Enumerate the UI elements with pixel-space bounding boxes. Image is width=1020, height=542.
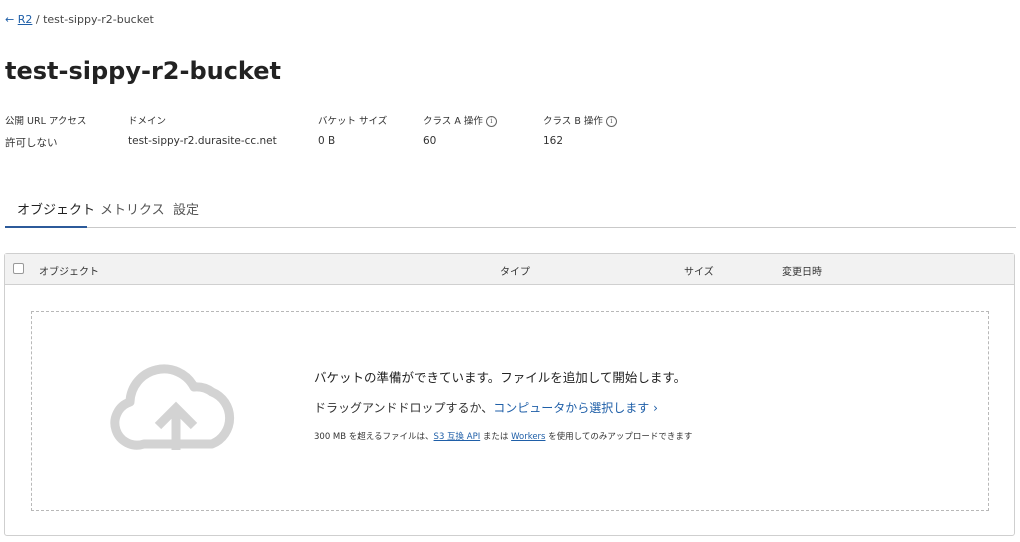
column-header-object[interactable]: オブジェクト	[39, 263, 99, 278]
class-b-label: クラス B 操作 i	[543, 113, 617, 127]
tab-bar: オブジェクト メトリクス 設定	[5, 192, 1016, 228]
dropzone-instruction: ドラッグアンドドロップするか、コンピュータから選択します ›	[314, 399, 658, 416]
select-from-computer-label[interactable]: コンピュータから選択します	[493, 401, 649, 415]
tab-objects[interactable]: オブジェクト	[17, 199, 95, 218]
breadcrumb-back-link[interactable]: ← R2	[5, 13, 36, 26]
note-suffix: を使用してのみアップロードできます	[545, 432, 693, 442]
class-a-label: クラス A 操作 i	[423, 113, 497, 127]
breadcrumb-separator: /	[35, 13, 40, 26]
class-b-value: 162	[543, 135, 564, 147]
public-url-value: 許可しない	[5, 137, 58, 149]
tab-settings[interactable]: 設定	[173, 199, 199, 218]
note-prefix: 300 MB を超えるファイルは、	[314, 432, 434, 442]
class-a-label-text: クラス A 操作	[423, 116, 483, 127]
tab-metrics[interactable]: メトリクス	[100, 199, 165, 218]
page-title: test-sippy-r2-bucket	[5, 57, 281, 85]
chevron-right-icon[interactable]: ›	[653, 401, 658, 415]
column-header-type[interactable]: タイプ	[500, 263, 530, 278]
s3-api-link[interactable]: S3 互換 API	[434, 432, 481, 442]
column-header-modified[interactable]: 変更日時	[782, 263, 822, 278]
bucket-size-value: 0 B	[318, 135, 336, 147]
breadcrumb-parent[interactable]: R2	[18, 13, 33, 26]
domain-value: test-sippy-r2.durasite-cc.net	[128, 135, 277, 147]
objects-table: オブジェクト タイプ サイズ 変更日時 バケットの準備ができています。ファイルを…	[4, 253, 1015, 536]
public-url-label: 公開 URL アクセス	[5, 116, 87, 127]
info-icon[interactable]: i	[605, 116, 617, 127]
class-a-value: 60	[423, 135, 437, 147]
class-b-label-text: クラス B 操作	[543, 116, 603, 127]
breadcrumb: ← R2 / test-sippy-r2-bucket	[5, 13, 154, 26]
dropzone-note: 300 MB を超えるファイルは、S3 互換 API または Workers を…	[314, 430, 692, 442]
info-icon[interactable]: i	[485, 116, 497, 127]
dropzone-title: バケットの準備ができています。ファイルを追加して開始します。	[314, 370, 687, 385]
upload-dropzone[interactable]: バケットの準備ができています。ファイルを追加して開始します。 ドラッグアンドドロ…	[31, 311, 989, 511]
cloud-upload-icon	[110, 364, 235, 450]
note-mid: または	[480, 432, 512, 442]
active-tab-indicator	[5, 226, 87, 228]
column-header-size[interactable]: サイズ	[684, 263, 714, 278]
select-from-computer-link[interactable]: コンピュータから選択します ›	[493, 401, 658, 415]
table-header: オブジェクト タイプ サイズ 変更日時	[5, 254, 1014, 285]
dropzone-instruction-text: ドラッグアンドドロップするか、	[314, 401, 494, 415]
breadcrumb-current: test-sippy-r2-bucket	[43, 13, 154, 26]
domain-label: ドメイン	[128, 116, 167, 127]
bucket-size-label: バケット サイズ	[318, 116, 388, 127]
back-arrow-icon: ←	[5, 13, 15, 26]
workers-link[interactable]: Workers	[511, 432, 545, 442]
select-all-checkbox[interactable]	[13, 263, 24, 274]
